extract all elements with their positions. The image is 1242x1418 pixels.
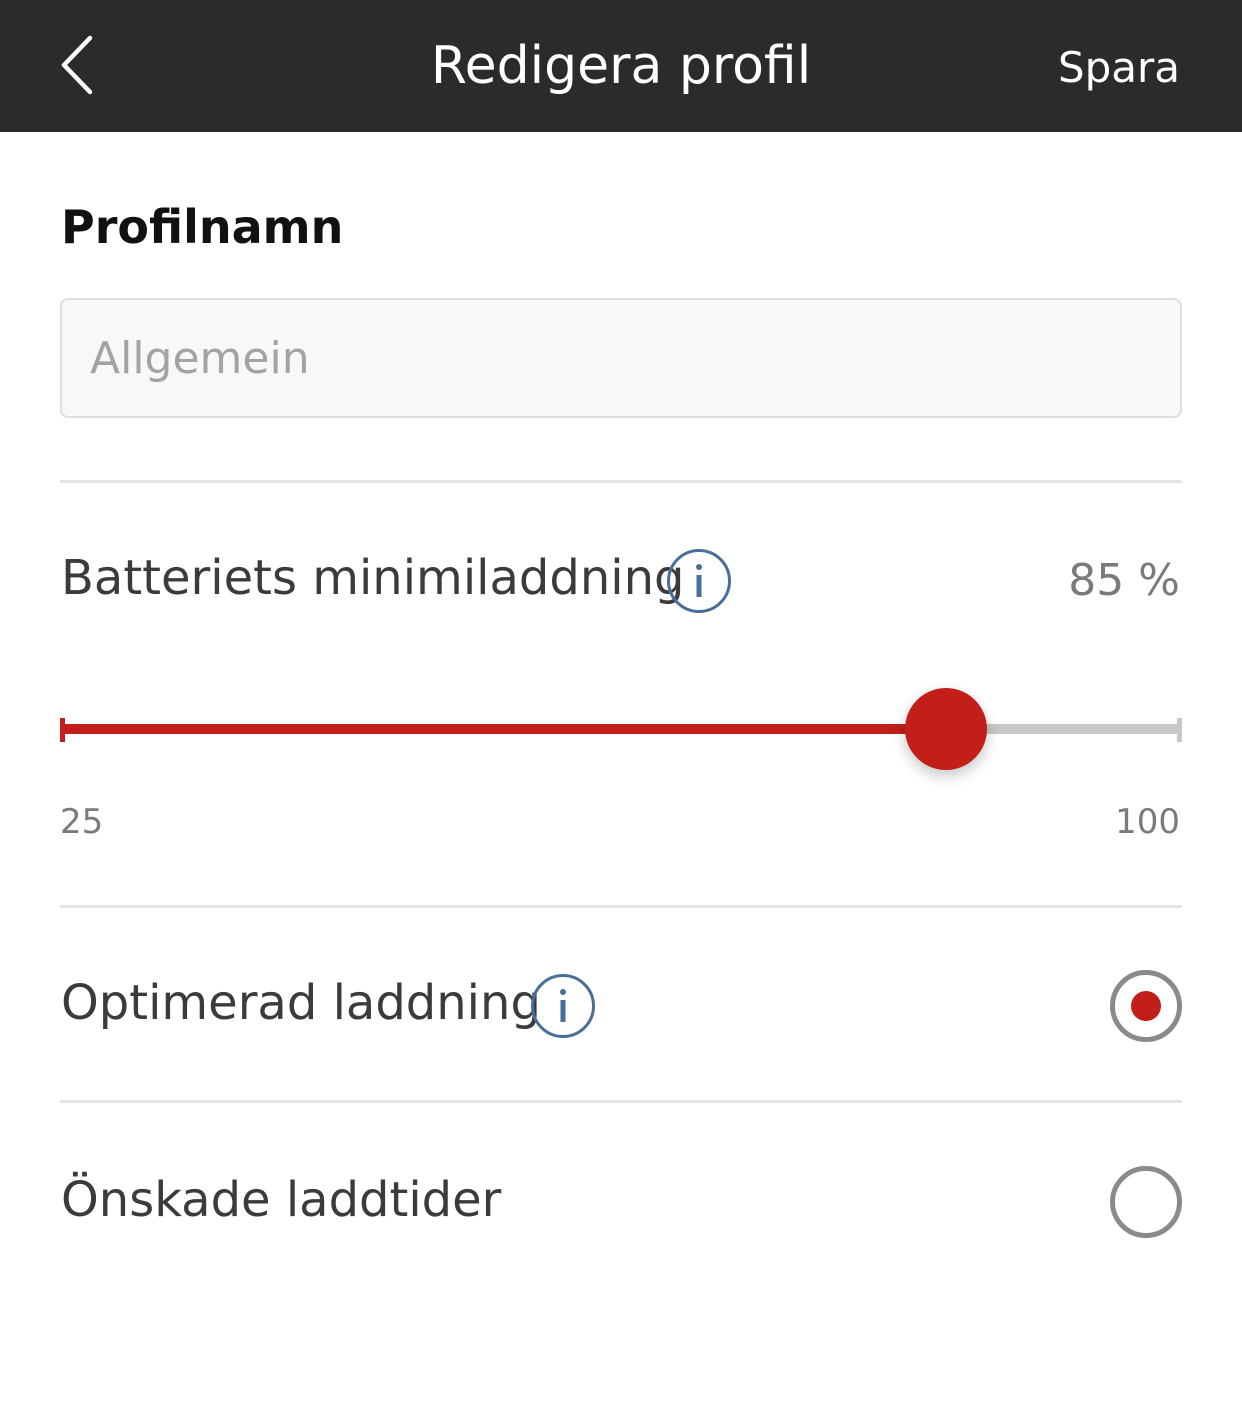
battery-minimum-value: 85 % xyxy=(1068,555,1180,606)
back-button[interactable] xyxy=(44,26,124,106)
desired-charging-times-radio[interactable] xyxy=(1109,1165,1183,1239)
slider-end-tick xyxy=(1177,718,1182,742)
radio-selected-icon xyxy=(1110,970,1182,1042)
info-icon xyxy=(667,549,731,613)
chevron-left-icon xyxy=(61,35,93,95)
profile-name-label: Profilnamn xyxy=(61,200,344,254)
profile-name-input[interactable] xyxy=(60,298,1182,418)
battery-minimum-slider[interactable] xyxy=(60,688,1182,770)
slider-start-tick xyxy=(60,718,65,742)
divider xyxy=(60,1100,1182,1103)
save-button[interactable]: Spara xyxy=(1058,0,1180,132)
battery-minimum-label: Batteriets minimiladdning xyxy=(61,550,685,606)
battery-minimum-info-button[interactable] xyxy=(666,548,732,614)
slider-thumb[interactable] xyxy=(904,688,987,770)
slider-max-label: 100 xyxy=(1115,802,1180,842)
optimized-charging-label: Optimerad laddning xyxy=(61,975,541,1031)
radio-unselected-icon xyxy=(1110,1166,1182,1238)
info-icon xyxy=(531,974,595,1038)
divider xyxy=(60,480,1182,483)
optimized-charging-info-button[interactable] xyxy=(530,973,596,1039)
page-title: Redigera profil xyxy=(430,36,812,96)
divider xyxy=(60,905,1182,908)
slider-fill xyxy=(60,724,946,734)
optimized-charging-radio[interactable] xyxy=(1109,969,1183,1043)
slider-min-label: 25 xyxy=(60,802,104,842)
desired-charging-times-label: Önskade laddtider xyxy=(61,1172,502,1228)
top-bar: Redigera profil Spara xyxy=(0,0,1242,132)
